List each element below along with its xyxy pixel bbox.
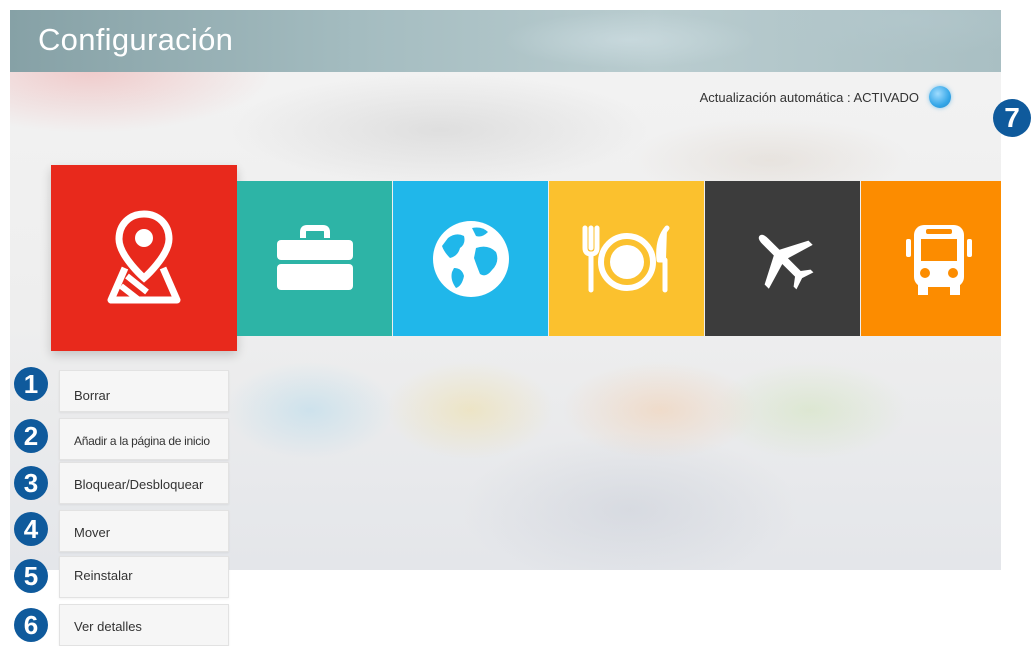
menu-item-label: Mover — [74, 524, 111, 540]
callout-badge: 3 — [14, 466, 48, 500]
bus-icon — [905, 224, 972, 295]
app-tile-briefcase[interactable] — [237, 181, 392, 336]
auto-update-status[interactable]: Actualización automática : ACTIVADO — [700, 82, 951, 112]
callout-badge: 5 — [14, 559, 48, 593]
app-tile-bus[interactable] — [861, 181, 1001, 336]
auto-update-label: Actualización automática : ACTIVADO — [699, 89, 919, 105]
menu-item-view-details[interactable]: Ver detalles — [59, 604, 229, 646]
callout-badge: 4 — [14, 512, 48, 546]
callout-badge: 1 — [14, 367, 48, 401]
menu-item-label: Bloquear/Desbloquear — [74, 477, 204, 492]
menu-item-label: Añadir a la página de inicio — [74, 434, 210, 448]
menu-item-delete[interactable]: Borrar — [59, 370, 229, 412]
callout-badge: 2 — [14, 419, 48, 453]
callout-badge: 7 — [993, 99, 1031, 137]
briefcase-icon — [276, 224, 353, 290]
app-tile-flights[interactable] — [705, 181, 860, 336]
menu-item-lock-unlock[interactable]: Bloquear/Desbloquear — [59, 462, 229, 504]
menu-item-add-to-home[interactable]: Añadir a la página de inicio — [59, 418, 229, 460]
airplane-icon — [758, 234, 813, 289]
menu-item-label: Borrar — [74, 387, 111, 403]
app-tile-map[interactable] — [51, 165, 237, 351]
page-title: Configuración — [38, 22, 234, 57]
header-bar: Configuración — [10, 10, 1001, 72]
fork-plate-knife-icon — [582, 225, 669, 292]
menu-item-reinstall[interactable]: Reinstalar — [59, 556, 229, 598]
app-tile-restaurant[interactable] — [549, 181, 704, 336]
menu-item-label: Ver detalles — [74, 618, 142, 634]
menu-item-move[interactable]: Mover — [59, 510, 229, 552]
map-pin-icon — [107, 210, 181, 304]
callout-badge: 6 — [14, 608, 48, 642]
globe-icon — [432, 220, 509, 297]
app-tile-globe[interactable] — [393, 181, 548, 336]
menu-item-label: Reinstalar — [74, 567, 133, 583]
auto-update-indicator-icon[interactable] — [929, 86, 951, 108]
